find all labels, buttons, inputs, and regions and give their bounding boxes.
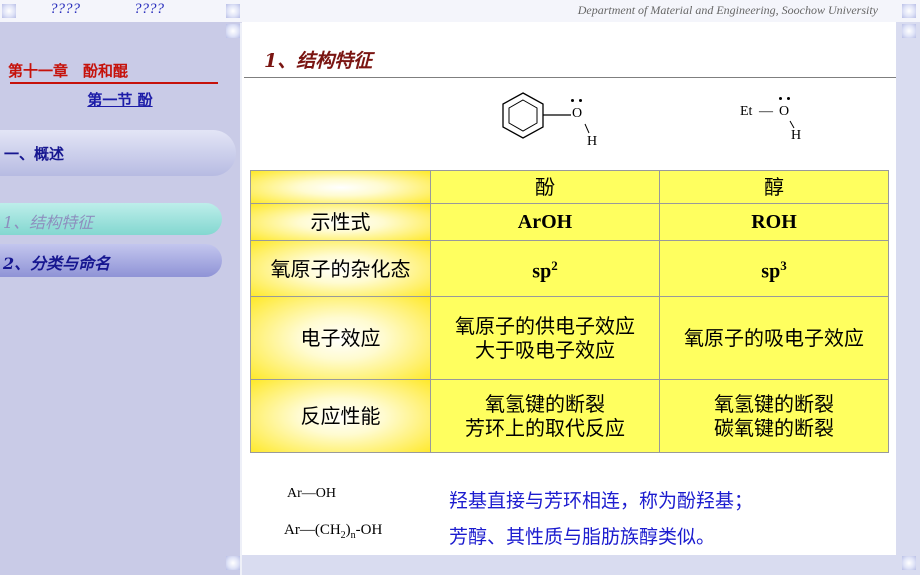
sidebar-item-label: 1、结构特征 (3, 213, 94, 232)
table-cell: 氧氢键的断裂 碳氧键的断裂 (659, 379, 889, 453)
table-cell: 氧原子的供电子效应 大于吸电子效应 (430, 296, 660, 380)
table-cell: ROH (659, 203, 889, 241)
title-divider (244, 77, 896, 78)
column-header-alcohol: 醇 (659, 170, 889, 204)
row-label: 氧原子的杂化态 (250, 240, 431, 297)
formula-aralkanol: Ar—(CH2)n-OH (284, 522, 383, 541)
top-bar: ???? ???? Department of Material and Eng… (0, 0, 920, 23)
row-label: 示性式 (250, 203, 431, 241)
corner-square-icon (226, 24, 240, 38)
comparison-table: 酚 醇 示性式 ArOH ROH 氧原子的杂化态 sp2 sp3 电子效应 氧原… (250, 170, 889, 453)
cell-line: 氧原子的供电子效应 (455, 314, 635, 338)
oxygen-atom-label: O (572, 106, 583, 121)
hydrogen-atom-label: H (587, 134, 598, 149)
ethanol-structure: Et — O H (738, 94, 818, 150)
sidebar-item-classification[interactable]: 2、分类与命名 (0, 244, 222, 277)
department-label: Department of Material and Engineering, … (577, 3, 878, 17)
corner-square-icon (902, 4, 916, 18)
sidebar-item-label: 2、分类与命名 (3, 254, 111, 273)
hybrid-base: sp (761, 260, 781, 283)
cell-line: 氧氢键的断裂 (485, 392, 605, 416)
formula-aroh: Ar—OH (287, 486, 337, 501)
table-corner-cell (250, 170, 431, 204)
row-label: 电子效应 (250, 296, 431, 380)
nav-prev-link[interactable]: ???? (50, 1, 80, 18)
table-header-row: 酚 醇 (250, 170, 889, 204)
table-cell: sp2 (430, 240, 660, 297)
hybrid-superscript: 3 (780, 257, 787, 273)
table-row: 电子效应 氧原子的供电子效应 大于吸电子效应 氧原子的吸电子效应 (250, 296, 889, 380)
sidebar-item-label: 一、概述 (4, 145, 65, 163)
nav-next-link[interactable]: ???? (134, 1, 164, 18)
hybrid-superscript: 2 (551, 257, 558, 273)
column-header-phenol: 酚 (430, 170, 660, 204)
cell-line: 氧原子的吸电子效应 (684, 326, 864, 350)
page-title: 1、结构特征 (264, 50, 373, 72)
table-row: 氧原子的杂化态 sp2 sp3 (250, 240, 889, 297)
corner-square-icon (226, 556, 240, 570)
corner-square-icon (902, 24, 916, 38)
row-label: 反应性能 (250, 379, 431, 453)
table-cell: ArOH (430, 203, 660, 241)
table-cell: 氧氢键的断裂 芳环上的取代反应 (430, 379, 660, 453)
sidebar-item-overview[interactable]: 一、概述 (0, 130, 236, 176)
sidebar-item-structure[interactable]: 1、结构特征 (0, 203, 222, 235)
chapter-divider (10, 82, 218, 84)
chapter-title: 第十一章 酚和醌 (8, 62, 129, 80)
oh-bond-line (789, 120, 795, 129)
table-cell: 氧原子的吸电子效应 (659, 296, 889, 380)
cell-line: 大于吸电子效应 (475, 338, 615, 362)
corner-square-icon (226, 4, 240, 18)
table-row: 反应性能 氧氢键的断裂 芳环上的取代反应 氧氢键的断裂 碳氧键的断裂 (250, 379, 889, 453)
note-aromatic-alcohol: 芳醇、其性质与脂肪族醇类似。 (449, 526, 716, 548)
hybrid-base: sp (532, 260, 552, 283)
table-row: 示性式 ArOH ROH (250, 203, 889, 241)
right-strip (896, 22, 920, 575)
bottom-strip (242, 555, 896, 575)
hydrogen-atom-label: H (791, 128, 802, 143)
cell-line: 芳环上的取代反应 (465, 416, 625, 440)
cell-line: 氧氢键的断裂 (714, 392, 834, 416)
section-title[interactable]: 第一节 酚 (0, 89, 240, 110)
table-cell: sp3 (659, 240, 889, 297)
note-phenolic-hydroxyl: 羟基直接与芳环相连，称为酚羟基； (449, 490, 754, 512)
phenol-structure: O H (488, 90, 608, 152)
corner-square-icon (902, 556, 916, 570)
corner-square-icon (2, 4, 16, 18)
cell-line: 碳氧键的断裂 (714, 416, 834, 440)
